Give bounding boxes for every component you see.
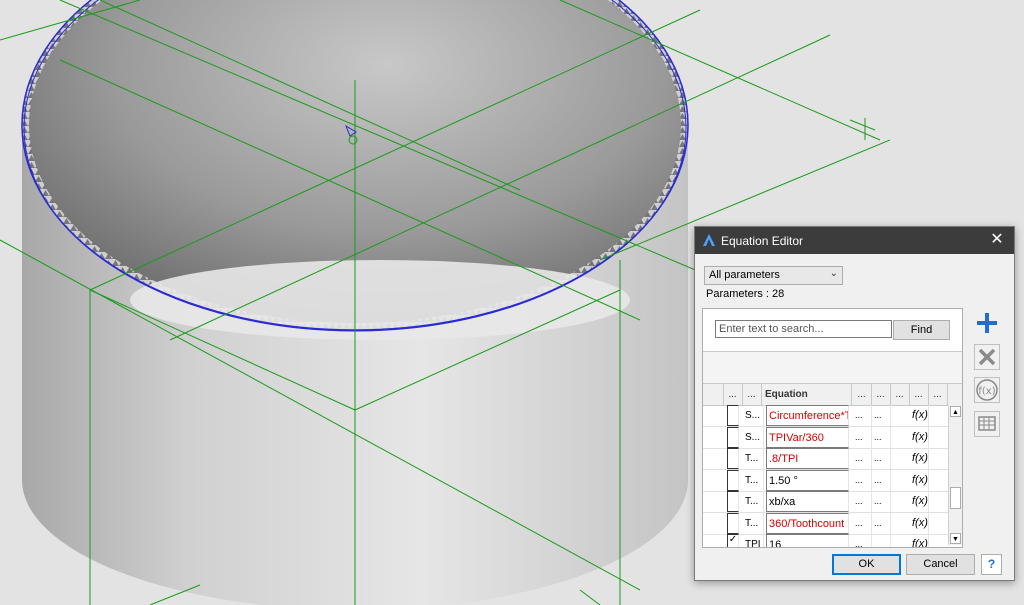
x-icon — [974, 344, 1000, 373]
equation-field[interactable]: 1.50 ° — [766, 469, 849, 491]
row-checkbox[interactable] — [727, 426, 739, 448]
scrollbar-thumb[interactable] — [950, 487, 961, 509]
value-cell[interactable]: ... — [855, 426, 872, 448]
units-cell[interactable]: ... — [874, 512, 891, 534]
table-icon — [974, 411, 1000, 440]
row-checkbox[interactable] — [727, 512, 739, 534]
grid-scrollbar[interactable]: ▲ ▼ — [948, 405, 962, 545]
fx-icon[interactable]: f(x) — [912, 405, 929, 426]
column-header[interactable]: ... — [742, 384, 762, 405]
value-cell[interactable]: ... — [855, 405, 872, 426]
parameter-name[interactable]: TPI — [745, 534, 764, 547]
scroll-down-icon[interactable]: ▼ — [950, 533, 961, 544]
parameter-filter-value: All parameters — [709, 269, 780, 281]
units-cell[interactable] — [874, 534, 891, 547]
dialog-title: Equation Editor — [721, 234, 804, 248]
equation-field[interactable]: .8/TPI — [766, 448, 849, 469]
table-row[interactable]: T... .8/TPI...... f(x) — [703, 448, 948, 470]
parameter-name[interactable]: T... — [745, 512, 764, 534]
parameter-name[interactable]: S... — [745, 426, 764, 448]
parameters-label: Parameters : — [706, 288, 773, 300]
parameters-count-value: 28 — [772, 288, 785, 300]
row-checkbox[interactable] — [727, 405, 739, 426]
ok-button[interactable]: OK — [832, 554, 901, 575]
svg-text:f(x): f(x) — [978, 386, 995, 397]
column-header[interactable]: ... — [909, 384, 929, 405]
parameter-filter-dropdown[interactable]: All parameters ⌄ — [704, 266, 843, 285]
grid-header: ... ... Equation ... ... ... ... ... — [703, 383, 962, 406]
equation-field[interactable]: 16 — [766, 534, 849, 547]
function-button[interactable]: f(x) — [974, 377, 1000, 403]
value-cell[interactable]: ... — [855, 512, 872, 534]
equation-editor-dialog: Equation Editor ✕ All parameters ⌄ Param… — [694, 226, 1015, 581]
dialog-titlebar[interactable]: Equation Editor ✕ — [695, 227, 1014, 254]
parameter-name[interactable]: T... — [745, 448, 764, 469]
help-button[interactable]: ? — [981, 554, 1002, 575]
value-cell[interactable]: ... — [855, 469, 872, 491]
table-row[interactable]: T... 1.50 °...... f(x) — [703, 469, 948, 492]
equation-field[interactable]: TPIVar/360 — [766, 426, 849, 448]
table-row[interactable]: S... TPIVar/360...... f(x) — [703, 426, 948, 449]
equation-field[interactable]: xb/xa — [766, 491, 849, 512]
table-row[interactable]: ✓ TPI 16... f(x) — [703, 534, 948, 547]
fx-icon[interactable]: f(x) — [912, 534, 929, 547]
fx-icon[interactable]: f(x) — [912, 469, 929, 491]
table-row[interactable]: T... 360/Toothcount...... f(x) — [703, 512, 948, 535]
app-logo-icon — [703, 234, 715, 246]
value-cell[interactable]: ... — [855, 491, 872, 512]
table-button[interactable] — [974, 411, 1000, 437]
close-icon[interactable]: ✕ — [980, 227, 1014, 254]
column-header[interactable]: ... — [723, 384, 743, 405]
equation-field[interactable]: Circumference*TF — [766, 405, 849, 426]
search-input[interactable] — [715, 320, 892, 338]
cancel-button[interactable]: Cancel — [906, 554, 975, 575]
delete-parameter-button[interactable] — [974, 344, 1000, 370]
units-cell[interactable]: ... — [874, 469, 891, 491]
equation-field[interactable]: 360/Toothcount — [766, 512, 849, 534]
fx-icon[interactable]: f(x) — [912, 426, 929, 448]
units-cell[interactable]: ... — [874, 491, 891, 512]
fx-icon[interactable]: f(x) — [912, 512, 929, 534]
chevron-down-icon: ⌄ — [829, 268, 838, 279]
column-header[interactable]: ... — [871, 384, 891, 405]
value-cell[interactable]: ... — [855, 448, 872, 469]
value-cell[interactable]: ... — [855, 534, 872, 547]
row-checkbox[interactable] — [727, 491, 739, 512]
scroll-up-icon[interactable]: ▲ — [950, 406, 961, 417]
plus-icon — [974, 313, 1000, 339]
parameters-grid: ... ... Equation ... ... ... ... ... S..… — [703, 383, 962, 547]
table-row[interactable]: S...Circumference*TF...... f(x) — [703, 405, 948, 427]
filter-band — [703, 352, 962, 383]
column-header[interactable]: ... — [928, 384, 948, 405]
parameter-name[interactable]: T... — [745, 491, 764, 512]
parameters-count: Parameters : 28 — [706, 288, 784, 300]
row-checkbox[interactable] — [727, 469, 739, 491]
column-header — [703, 384, 724, 405]
units-cell[interactable]: ... — [874, 426, 891, 448]
parameters-panel: Find ... ... Equation ... ... ... ... ..… — [702, 308, 963, 548]
column-header[interactable]: ... — [890, 384, 910, 405]
parameter-name[interactable]: S... — [745, 405, 764, 426]
row-checkbox[interactable]: ✓ — [727, 534, 739, 547]
fx-icon[interactable]: f(x) — [912, 491, 929, 512]
units-cell[interactable]: ... — [874, 448, 891, 469]
fx-icon: f(x) — [974, 377, 1000, 406]
row-checkbox[interactable] — [727, 448, 739, 469]
parameter-name[interactable]: T... — [745, 469, 764, 491]
units-cell[interactable]: ... — [874, 405, 891, 426]
find-button[interactable]: Find — [893, 320, 950, 340]
add-parameter-button[interactable] — [974, 310, 1000, 336]
column-header[interactable]: ... — [852, 384, 872, 405]
table-row[interactable]: T... xb/xa...... f(x) — [703, 491, 948, 513]
column-header-equation[interactable]: Equation — [761, 384, 852, 405]
fx-icon[interactable]: f(x) — [912, 448, 929, 469]
